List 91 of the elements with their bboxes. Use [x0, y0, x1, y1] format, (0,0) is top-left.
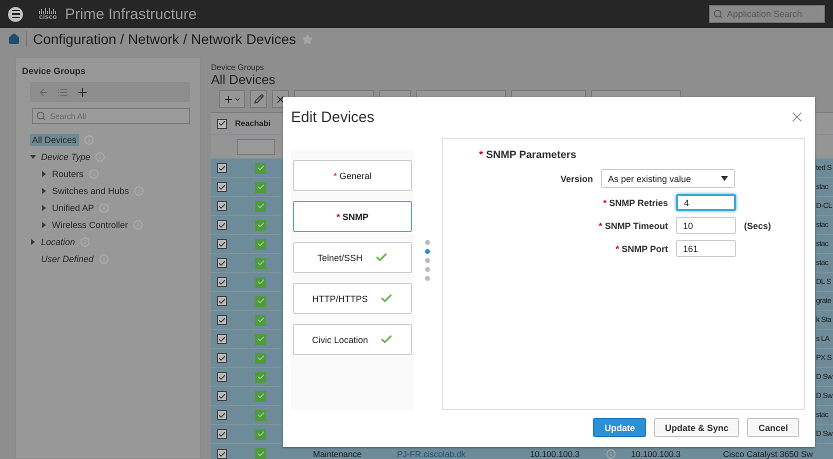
checkbox[interactable]	[217, 201, 227, 211]
unit-label: (Secs)	[744, 220, 772, 230]
plus-icon	[223, 94, 234, 104]
menu-icon[interactable]	[8, 6, 23, 22]
caret-icon	[234, 96, 241, 102]
caret-icon	[721, 176, 728, 181]
table-cell-text: 10.100.100.3	[529, 449, 581, 459]
caret-icon[interactable]	[41, 171, 47, 177]
step-tab[interactable]: Civic Location	[293, 324, 412, 355]
checkbox[interactable]	[217, 118, 227, 128]
dialog-title: Edit Devices	[291, 108, 374, 126]
group-label: Device Groups	[211, 63, 265, 72]
info-icon	[84, 135, 94, 145]
info-icon	[88, 169, 99, 179]
table-cell-text: Maintenance	[312, 449, 363, 459]
search-icon	[713, 9, 723, 19]
checkbox[interactable]	[217, 353, 227, 363]
check-icon	[380, 333, 394, 346]
step-dot[interactable]	[424, 258, 430, 263]
tree-item[interactable]: Location	[41, 237, 76, 247]
toolbar-button[interactable]	[250, 90, 267, 108]
info-icon	[134, 186, 144, 196]
home-icon[interactable]	[8, 33, 20, 45]
step-tab[interactable]: * General	[293, 160, 412, 191]
field-label: * SNMP Retries	[602, 198, 668, 208]
step-tab[interactable]: Telnet/SSH	[293, 242, 412, 273]
checkbox[interactable]	[217, 315, 227, 325]
dialog-button[interactable]: Update & Sync	[654, 418, 740, 437]
close-icon	[275, 94, 286, 104]
checkbox[interactable]	[217, 296, 227, 306]
info-icon	[95, 152, 106, 162]
tree-item[interactable]: Unified AP	[52, 203, 94, 213]
caret-icon[interactable]	[41, 205, 47, 211]
table-cell-text: 10.100.100.3	[631, 449, 682, 459]
step-dot[interactable]	[424, 249, 430, 254]
step-tab[interactable]: HTTP/HTTPS	[293, 283, 412, 314]
caret-icon[interactable]	[41, 188, 47, 194]
input-field[interactable]: 10	[676, 217, 736, 234]
info-icon	[98, 254, 109, 264]
input-field[interactable]: 161	[676, 240, 736, 257]
tree-item[interactable]: Device Type	[41, 152, 90, 162]
step-dot[interactable]	[424, 240, 430, 245]
info-icon	[133, 220, 144, 230]
table-cell-text: Cisco Catalyst 3650 Sw	[722, 449, 814, 459]
field-label: * SNMP Port	[614, 244, 668, 254]
check-icon	[374, 251, 388, 264]
step-dot[interactable]	[424, 267, 430, 272]
filter-field[interactable]	[237, 138, 275, 154]
checkbox[interactable]	[217, 410, 227, 420]
checkbox[interactable]	[217, 220, 227, 230]
step-dot[interactable]	[424, 276, 430, 281]
checkbox[interactable]	[217, 391, 227, 401]
column-header[interactable]: Reachabi	[235, 119, 287, 128]
caret-icon[interactable]	[30, 154, 36, 160]
info-icon	[80, 237, 90, 247]
tree-item[interactable]: All Devices	[30, 134, 79, 146]
breadcrumb-path: Configuration / Network / Network Devices	[26, 31, 296, 47]
tree-item[interactable]: Wireless Controller	[52, 220, 128, 230]
plus-icon[interactable]	[76, 86, 89, 98]
search-icon	[36, 111, 46, 121]
input-field[interactable]: 4	[676, 194, 736, 211]
product-title: Prime Infrastructure	[65, 6, 197, 22]
logo-bars-icon	[39, 8, 57, 14]
tree-item[interactable]: User Defined	[41, 254, 94, 264]
checkbox[interactable]	[217, 239, 227, 249]
star-icon[interactable]	[302, 34, 313, 44]
step-tab[interactable]: * SNMP	[293, 201, 412, 232]
checkbox[interactable]	[217, 449, 227, 459]
checkbox[interactable]	[217, 163, 227, 173]
group-title: All Devices	[211, 72, 276, 87]
checkbox[interactable]	[217, 372, 227, 382]
tree-item[interactable]: Routers	[52, 169, 84, 179]
sidebar-title: Device Groups	[22, 66, 87, 76]
pencil-icon	[254, 94, 264, 104]
field-label: * SNMP Timeout	[598, 220, 668, 230]
dialog-button[interactable]: Cancel	[747, 418, 799, 437]
version-select[interactable]: As per existing value	[601, 169, 735, 188]
info-icon	[99, 203, 110, 213]
field-label: Version	[559, 174, 593, 184]
check-icon	[380, 292, 393, 305]
info-icon	[606, 449, 616, 459]
checkbox[interactable]	[217, 429, 227, 439]
checkbox[interactable]	[217, 334, 227, 344]
checkbox[interactable]	[217, 182, 227, 192]
caret-icon[interactable]	[41, 222, 47, 228]
tree-item[interactable]: Switches and Hubs	[52, 186, 130, 196]
section-title: * SNMP Parameters	[479, 149, 578, 161]
caret-icon[interactable]	[30, 239, 36, 245]
checkbox[interactable]	[217, 258, 227, 268]
checkbox[interactable]	[217, 277, 227, 287]
dialog-button[interactable]: Update	[593, 418, 646, 437]
